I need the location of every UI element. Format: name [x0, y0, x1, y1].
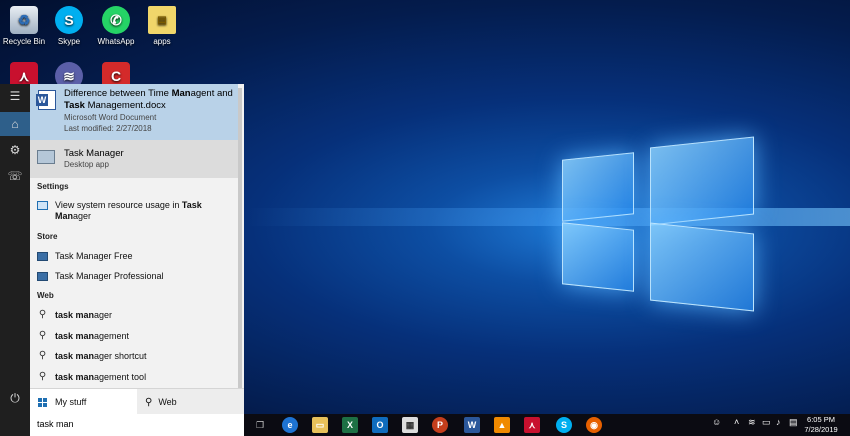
- results-scrollbar[interactable]: [238, 88, 242, 388]
- battery-icon[interactable]: ▭: [762, 417, 771, 428]
- settings-result[interactable]: View system resource usage in Task Manag…: [30, 200, 238, 222]
- task-manager-result[interactable]: Task Manager Desktop app: [30, 140, 238, 178]
- best-match-title: Difference between Time Managent and Tas…: [64, 88, 233, 111]
- search-icon: ⚲: [38, 350, 47, 361]
- wifi-tray-icon[interactable]: ≋: [748, 417, 756, 428]
- whatsapp-icon: ✆: [102, 6, 130, 34]
- desktop-icon-apps[interactable]: ▤ apps: [134, 6, 190, 46]
- desktop-icon-label: apps: [153, 37, 171, 46]
- acrobat-taskbar-icon[interactable]: ⋏: [524, 417, 540, 433]
- skype-icon: S: [55, 6, 83, 34]
- store-result[interactable]: Task Manager Free: [30, 251, 238, 262]
- store-app-icon: [37, 252, 48, 261]
- clock-time: 6:05 PM: [807, 415, 835, 424]
- windows-icon: [38, 397, 47, 407]
- web-result[interactable]: ⚲ task manager: [30, 309, 238, 321]
- word-icon[interactable]: W: [464, 417, 480, 433]
- chevron-up-icon[interactable]: ˄: [734, 417, 739, 427]
- skype-taskbar-icon[interactable]: S: [556, 417, 572, 433]
- search-icon: ⚲: [38, 371, 47, 382]
- gear-icon[interactable]: ⚙: [0, 138, 30, 162]
- outlook-icon[interactable]: O: [372, 417, 388, 433]
- store-result[interactable]: Task Manager Professional: [30, 271, 238, 282]
- store-icon[interactable]: ▦: [402, 417, 418, 433]
- search-icon: ⚲: [38, 330, 47, 341]
- recycle-bin-icon: ♻: [10, 6, 38, 34]
- best-match-result[interactable]: Difference between Time Managent and Tas…: [30, 84, 238, 140]
- start-rail: ☰ ⌂ ⚙ ☏ ⏻: [0, 84, 30, 414]
- web-result[interactable]: ⚲ task management: [30, 330, 238, 342]
- task-manager-subtitle: Desktop app: [64, 160, 109, 169]
- search-scope-tabs: My stuff ⚲ Web: [30, 388, 244, 415]
- search-input[interactable]: task man: [30, 414, 244, 436]
- tab-my-stuff[interactable]: My stuff: [30, 389, 137, 415]
- hamburger-icon[interactable]: ☰: [0, 84, 30, 108]
- clock-date: 7/28/2019: [804, 425, 838, 434]
- excel-icon[interactable]: X: [342, 417, 358, 433]
- start-button[interactable]: [0, 414, 30, 436]
- web-result[interactable]: ⚲ task manager shortcut: [30, 350, 238, 362]
- firefox-icon[interactable]: ◉: [586, 417, 602, 433]
- section-store: Store: [37, 232, 58, 241]
- taskbar-clock[interactable]: 6:05 PM 7/28/2019: [800, 414, 842, 435]
- power-icon[interactable]: ⏻: [0, 386, 30, 410]
- tab-web[interactable]: ⚲ Web: [137, 389, 244, 415]
- search-icon: ⚲: [145, 396, 153, 408]
- section-settings: Settings: [37, 182, 69, 191]
- best-match-modified: Last modified: 2/27/2018: [64, 124, 152, 133]
- task-view-icon[interactable]: ❐: [252, 417, 268, 433]
- feedback-icon[interactable]: ☏: [0, 164, 30, 188]
- people-icon[interactable]: ☺: [712, 417, 721, 427]
- notification-icon[interactable]: ▤: [789, 417, 798, 428]
- word-document-icon: [36, 90, 56, 110]
- file-explorer-icon[interactable]: ▭: [312, 417, 328, 433]
- powerpoint-icon[interactable]: P: [432, 417, 448, 433]
- search-results-panel: Difference between Time Managent and Tas…: [30, 84, 244, 414]
- search-icon: ⚲: [38, 309, 47, 320]
- monitor-icon: [37, 201, 48, 210]
- volume-icon[interactable]: ♪: [776, 417, 781, 427]
- task-manager-icon: [37, 150, 55, 164]
- best-match-type: Microsoft Word Document: [64, 113, 157, 122]
- folder-icon: ▤: [148, 6, 176, 34]
- section-web: Web: [37, 291, 54, 300]
- vlc-icon[interactable]: ▲: [494, 417, 510, 433]
- windows-logo-wallpaper: [540, 120, 760, 312]
- home-icon[interactable]: ⌂: [0, 112, 30, 136]
- edge-icon[interactable]: e: [282, 417, 298, 433]
- task-manager-title: Task Manager: [64, 148, 124, 159]
- store-app-icon: [37, 272, 48, 281]
- web-result[interactable]: ⚲ task management tool: [30, 371, 238, 383]
